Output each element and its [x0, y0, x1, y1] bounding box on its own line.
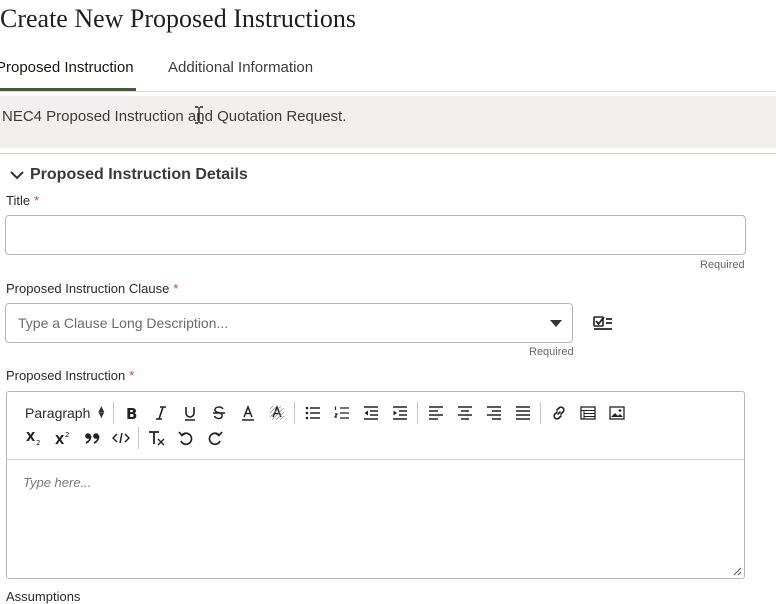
toolbar-separator — [540, 402, 542, 424]
tab-bar: Proposed Instruction Additional Informat… — [0, 56, 776, 92]
clause-label: Proposed Instruction Clause * — [6, 281, 178, 296]
banner-text: NEC4 Proposed Instruction and Quotation … — [2, 108, 347, 125]
numbered-list-button[interactable] — [327, 401, 356, 425]
tab-additional-information[interactable]: Additional Information — [168, 58, 313, 91]
instruction-label: Proposed Instruction * — [6, 368, 134, 383]
outdent-icon — [363, 406, 378, 420]
font-color-button[interactable] — [233, 401, 262, 425]
undo-button[interactable] — [171, 426, 200, 450]
highlight-button[interactable] — [262, 401, 291, 425]
superscript-button[interactable]: X2 — [48, 426, 77, 450]
undo-icon — [177, 431, 192, 446]
align-center-button[interactable] — [450, 401, 479, 425]
title-hint: Required — [700, 259, 745, 271]
code-button[interactable] — [106, 426, 135, 450]
editor-toolbar: Paragraph ▲ ▼ B X 2 X 2 — [7, 392, 744, 460]
section-title: Proposed Instruction Details — [30, 166, 248, 183]
required-marker: * — [34, 193, 40, 208]
toolbar-separator — [294, 402, 296, 424]
code-icon — [111, 432, 130, 444]
italic-button[interactable] — [146, 401, 175, 425]
toolbar-row-1: Paragraph ▲ ▼ B — [19, 401, 631, 425]
underline-icon — [184, 407, 195, 421]
required-marker: * — [173, 281, 179, 296]
bullet-list-button[interactable] — [298, 401, 327, 425]
blockquote-button[interactable] — [77, 426, 106, 450]
clear-formatting-icon — [148, 431, 164, 446]
clause-placeholder: Type a Clause Long Description... — [18, 315, 229, 331]
toolbar-separator — [138, 427, 139, 449]
italic-icon — [155, 406, 166, 420]
paragraph-format-select[interactable]: Paragraph ▲ ▼ — [19, 401, 110, 425]
title-label: Title * — [6, 193, 39, 208]
table-icon — [580, 406, 596, 420]
instruction-label-text: Proposed Instruction — [6, 368, 126, 383]
bullet-list-icon — [305, 406, 320, 420]
clause-hint: Required — [529, 346, 574, 358]
paragraph-label: Paragraph — [25, 405, 91, 421]
title-input[interactable] — [5, 215, 746, 255]
svg-text:X: X — [55, 433, 65, 446]
blockquote-icon — [84, 433, 99, 444]
section-divider — [0, 153, 776, 154]
justify-button[interactable] — [508, 401, 537, 425]
dropdown-caret-icon[interactable] — [550, 320, 562, 327]
tab-proposed-instruction[interactable]: Proposed Instruction — [0, 58, 136, 91]
highlight-icon — [269, 405, 285, 421]
align-left-button[interactable] — [421, 401, 450, 425]
bold-button[interactable]: B — [117, 401, 146, 425]
indent-button[interactable] — [385, 401, 414, 425]
image-button[interactable] — [602, 401, 631, 425]
underline-button[interactable] — [175, 401, 204, 425]
image-icon — [609, 406, 625, 420]
align-right-icon — [486, 406, 501, 420]
strikethrough-icon — [212, 406, 225, 420]
align-center-icon — [457, 406, 472, 420]
outdent-button[interactable] — [356, 401, 385, 425]
editor-content-area[interactable]: Type here... — [7, 460, 744, 578]
info-banner: NEC4 Proposed Instruction and Quotation … — [0, 96, 776, 148]
svg-text:2: 2 — [36, 439, 40, 446]
font-color-icon — [241, 405, 254, 421]
align-left-icon — [428, 406, 443, 420]
table-button[interactable] — [573, 401, 602, 425]
subscript-button[interactable]: X2 — [19, 426, 48, 450]
clause-label-text: Proposed Instruction Clause — [6, 281, 170, 296]
subscript-icon: X2 — [26, 430, 40, 446]
toolbar-separator — [113, 402, 115, 424]
section-toggle[interactable]: Proposed Instruction Details — [8, 166, 248, 184]
bold-icon: B — [126, 405, 137, 421]
svg-text:X: X — [26, 430, 36, 444]
align-right-button[interactable] — [479, 401, 508, 425]
text-cursor-icon — [195, 106, 203, 124]
toolbar-separator — [417, 402, 419, 424]
page-title: Create New Proposed Instructions — [0, 4, 356, 33]
rich-text-editor: Paragraph ▲ ▼ B X 2 X 2 Type here... — [6, 391, 745, 579]
justify-icon — [515, 406, 530, 420]
editor-placeholder: Type here... — [23, 475, 92, 490]
toolbar-row-2: X2 X2 — [19, 426, 229, 450]
numbered-list-icon — [333, 406, 349, 419]
checklist-icon[interactable] — [590, 312, 616, 334]
chevron-down-icon — [10, 171, 24, 180]
required-marker: * — [129, 368, 135, 383]
link-icon — [553, 406, 565, 420]
clear-formatting-button[interactable] — [142, 426, 171, 450]
redo-icon — [208, 431, 223, 446]
updown-arrows-icon: ▲ ▼ — [96, 404, 107, 421]
assumptions-label: Assumptions — [6, 589, 81, 604]
link-button[interactable] — [544, 401, 573, 425]
superscript-icon: X2 — [55, 431, 69, 446]
strikethrough-button[interactable] — [204, 401, 233, 425]
title-label-text: Title — [6, 193, 31, 208]
clause-select[interactable]: Type a Clause Long Description... — [5, 303, 573, 343]
svg-text:B: B — [126, 405, 137, 421]
indent-icon — [392, 406, 407, 420]
svg-text:2: 2 — [65, 431, 69, 439]
resize-handle-icon[interactable] — [732, 566, 742, 576]
redo-button[interactable] — [200, 426, 229, 450]
